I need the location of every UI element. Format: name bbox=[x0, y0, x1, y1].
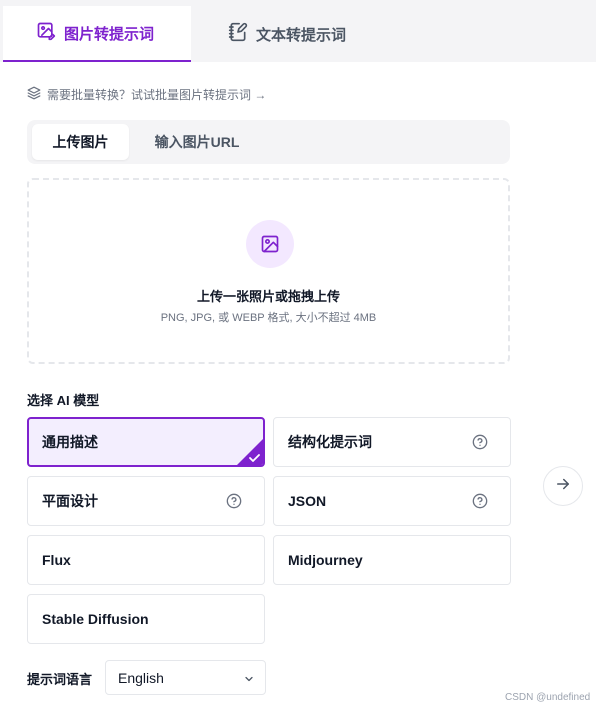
tab-label: 文本转提示词 bbox=[256, 26, 347, 44]
batch-convert-link[interactable]: 需要批量转换？试试批量图片转提示词 → bbox=[27, 86, 266, 103]
model-option-json[interactable]: JSON bbox=[273, 476, 511, 526]
watermark: CSDN @undefined bbox=[505, 692, 591, 703]
model-option-graphic-design[interactable]: 平面设计 bbox=[27, 476, 265, 526]
tab-image-to-prompt[interactable]: 图片转提示词 bbox=[3, 6, 191, 62]
model-option-label: JSON bbox=[288, 493, 327, 509]
model-option-label: 平面设计 bbox=[42, 493, 98, 509]
dropzone-title: 上传一张照片或拖拽上传 bbox=[196, 289, 340, 304]
help-circle-icon[interactable] bbox=[472, 493, 488, 509]
upload-dropzone[interactable]: 上传一张照片或拖拽上传 PNG, JPG, 或 WEBP 格式, 大小不超过 4… bbox=[27, 178, 510, 364]
converter-panel: 需要批量转换？试试批量图片转提示词 → 上传图片 输入图片URL 上传一张照片或… bbox=[0, 62, 596, 710]
language-select[interactable]: English bbox=[105, 660, 266, 695]
model-option-midjourney[interactable]: Midjourney bbox=[273, 535, 511, 585]
tab-text-to-prompt[interactable]: 文本转提示词 bbox=[228, 6, 346, 62]
language-value: English bbox=[118, 669, 164, 686]
model-option-flux[interactable]: Flux bbox=[27, 535, 265, 585]
model-option-stable-diffusion[interactable]: Stable Diffusion bbox=[27, 594, 265, 644]
image-edit-icon bbox=[36, 21, 56, 45]
arrow-right-icon bbox=[554, 475, 572, 498]
help-circle-icon[interactable] bbox=[226, 493, 242, 509]
model-option-label: Midjourney bbox=[288, 552, 363, 568]
dropzone-subtitle: PNG, JPG, 或 WEBP 格式, 大小不超过 4MB bbox=[160, 312, 377, 324]
model-option-general[interactable]: 通用描述 bbox=[27, 417, 265, 467]
layers-icon bbox=[27, 86, 41, 103]
main-tab-bar: 图片转提示词 文本转提示词 bbox=[0, 0, 596, 62]
model-option-label: Stable Diffusion bbox=[42, 611, 149, 627]
tab-image-url[interactable]: 输入图片URL bbox=[142, 124, 252, 160]
upload-mode-tabs: 上传图片 输入图片URL bbox=[27, 120, 510, 164]
tab-upload-image[interactable]: 上传图片 bbox=[32, 124, 129, 160]
check-corner-icon bbox=[237, 439, 263, 465]
chevron-down-icon bbox=[245, 676, 253, 682]
language-label: 提示词语言 bbox=[27, 672, 93, 687]
model-option-label: 结构化提示词 bbox=[288, 434, 372, 450]
tab-label: 图片转提示词 bbox=[64, 25, 155, 43]
help-circle-icon[interactable] bbox=[472, 434, 488, 450]
model-option-label: Flux bbox=[42, 552, 71, 568]
batch-hint-text: 需要批量转换？试试批量图片转提示词 → bbox=[47, 88, 267, 102]
next-button[interactable] bbox=[543, 466, 583, 506]
notebook-pen-icon bbox=[228, 22, 248, 46]
image-icon bbox=[246, 220, 294, 268]
model-option-structured[interactable]: 结构化提示词 bbox=[273, 417, 511, 467]
model-section-label: 选择 AI 模型 bbox=[27, 393, 100, 408]
model-option-label: 通用描述 bbox=[42, 434, 98, 450]
